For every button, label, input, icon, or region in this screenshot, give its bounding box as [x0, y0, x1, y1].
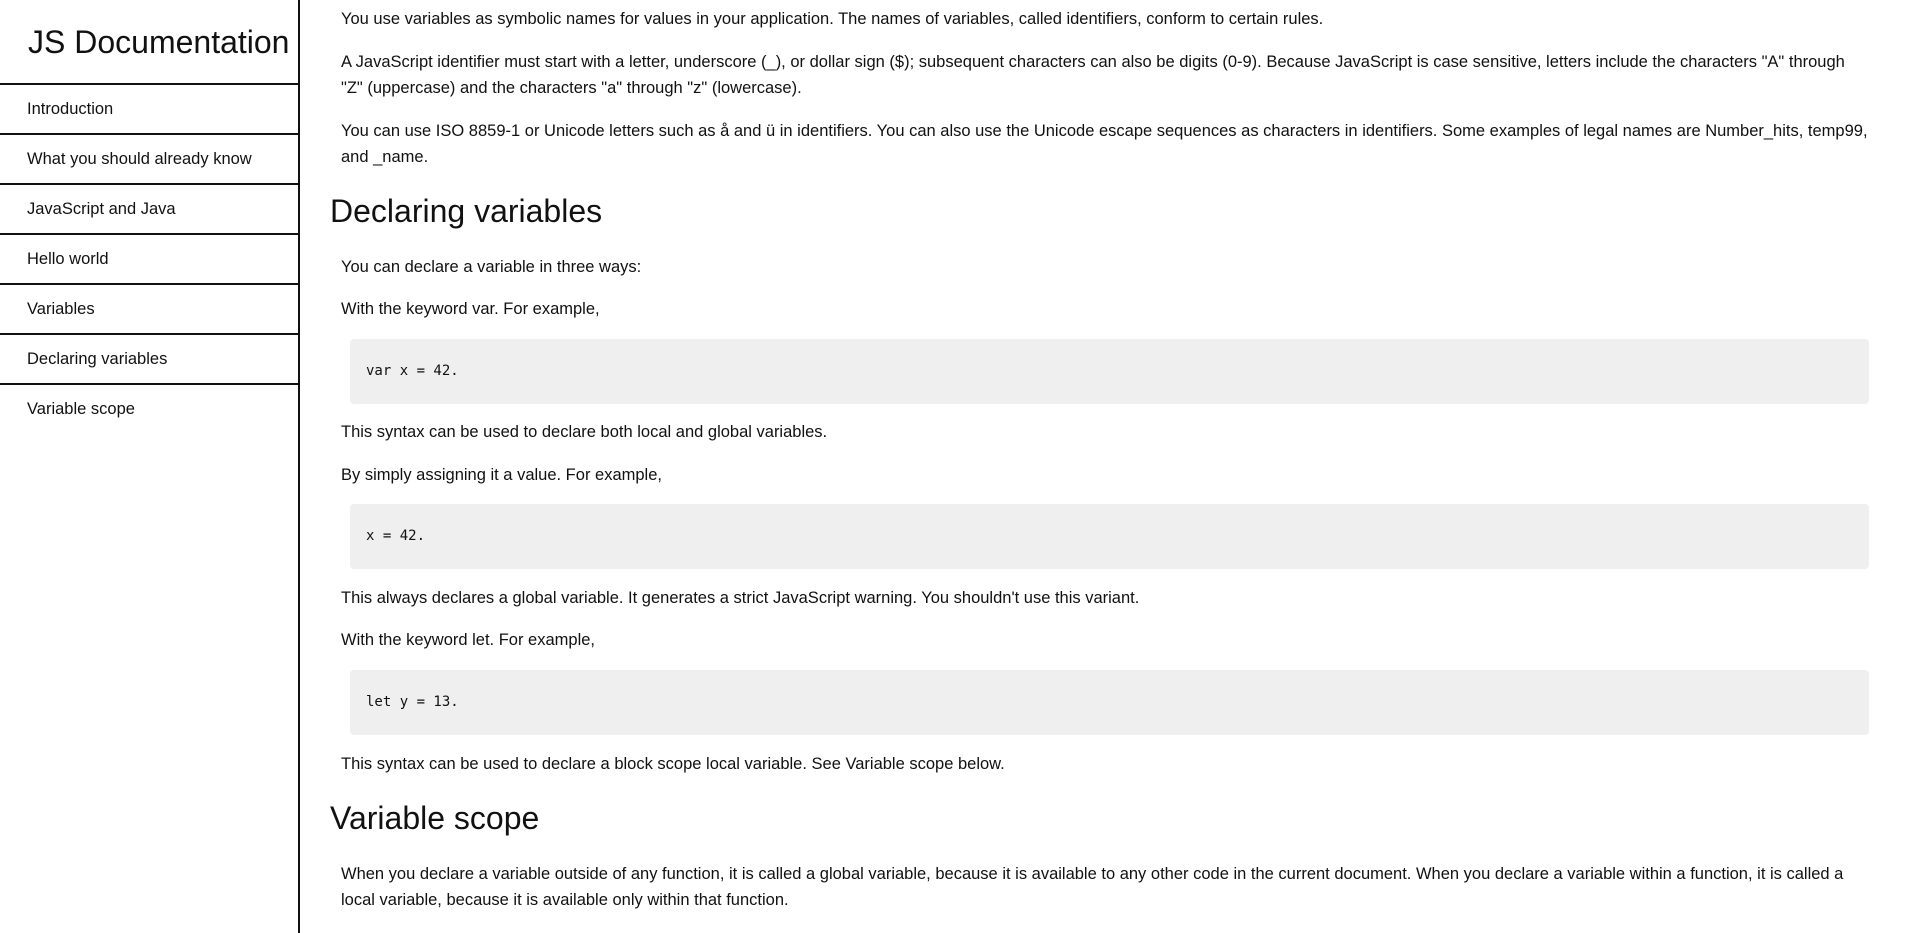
nav-link-introduction[interactable]: Introduction: [0, 83, 298, 133]
code-block: let y = 13.: [350, 670, 1869, 735]
paragraph: You can declare a variable in three ways…: [341, 258, 642, 276]
navbar: JS Documentation Introduction What you s…: [0, 0, 300, 933]
code-block: x = 42.: [350, 504, 1869, 569]
paragraph: When you declare a variable outside of a…: [341, 865, 1844, 909]
paragraph: A JavaScript identifier must start with …: [341, 53, 1845, 97]
nav-link-variable-scope[interactable]: Variable scope: [0, 383, 298, 433]
nav-link-hello-world[interactable]: Hello world: [0, 233, 298, 283]
code-block: var x = 42.: [350, 339, 1869, 404]
section-heading: Variable scope: [330, 800, 540, 836]
nav-link-variables[interactable]: Variables: [0, 283, 298, 333]
nav-title: JS Documentation: [28, 24, 290, 60]
paragraph: This always declares a global variable. …: [341, 589, 1140, 607]
nav-list: Introduction What you should already kno…: [0, 83, 298, 433]
paragraph: By simply assigning it a value. For exam…: [341, 466, 662, 484]
paragraph: This syntax can be used to declare both …: [341, 423, 828, 441]
nav-link-declaring-variables[interactable]: Declaring variables: [0, 333, 298, 383]
paragraph: You can use ISO 8859-1 or Unicode letter…: [341, 122, 1868, 166]
paragraph: With the keyword var. For example,: [341, 300, 600, 318]
paragraph: With the keyword let. For example,: [341, 631, 596, 649]
section-heading: Declaring variables: [330, 193, 603, 229]
paragraph: This syntax can be used to declare a blo…: [341, 755, 1005, 773]
main-doc: You use variables as symbolic names for …: [300, 0, 1915, 933]
nav-link-javascript-and-java[interactable]: JavaScript and Java: [0, 183, 298, 233]
nav-link-what-you-should-already-know[interactable]: What you should already know: [0, 133, 298, 183]
paragraph: You use variables as symbolic names for …: [341, 10, 1324, 28]
